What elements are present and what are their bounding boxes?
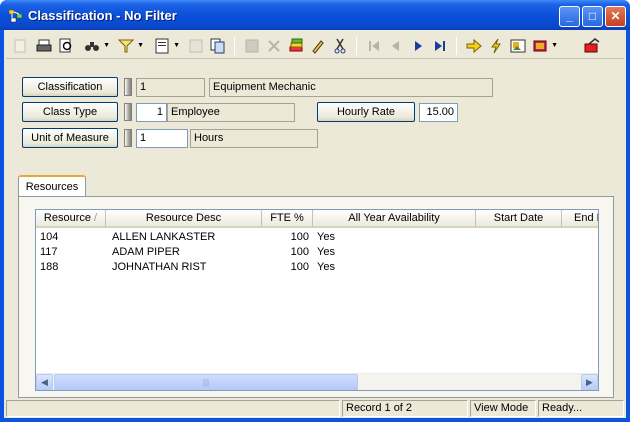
cell-resource: 104 bbox=[40, 231, 59, 243]
cell-resource: 188 bbox=[40, 261, 59, 273]
column-header-resource[interactable]: Resource / bbox=[36, 210, 106, 228]
cell-fte: 100 bbox=[290, 261, 309, 273]
tab-container: Resources Resource / Resource Desc FTE %… bbox=[18, 175, 614, 400]
print-icon[interactable] bbox=[34, 36, 54, 56]
title-bar[interactable]: Classification - No Filter _ □ ✕ bbox=[0, 0, 630, 30]
classification-lookup-grip[interactable] bbox=[124, 78, 132, 96]
edit-pencil-icon[interactable] bbox=[308, 36, 328, 56]
cut-icon[interactable] bbox=[330, 36, 350, 56]
class-type-name-field: Employee bbox=[167, 103, 295, 122]
toolbar-separator bbox=[456, 37, 457, 55]
toolbar-separator bbox=[356, 37, 357, 55]
unit-of-measure-lookup-grip[interactable] bbox=[124, 129, 132, 147]
hourly-rate-button[interactable]: Hourly Rate bbox=[317, 102, 415, 122]
next-record-icon[interactable] bbox=[408, 36, 428, 56]
form-view-icon[interactable]: ▼ bbox=[152, 36, 180, 56]
last-record-icon[interactable] bbox=[430, 36, 450, 56]
app-icon bbox=[8, 9, 23, 23]
class-type-id-field[interactable]: 1 bbox=[136, 103, 167, 122]
cell-resource: 117 bbox=[40, 246, 58, 258]
resources-panel: Resource / Resource Desc FTE % All Year … bbox=[18, 196, 614, 398]
first-record-icon[interactable] bbox=[364, 36, 384, 56]
scroll-left-icon[interactable]: ◀ bbox=[36, 374, 53, 390]
scrollbar-thumb[interactable]: ||| bbox=[54, 374, 358, 390]
window-client-area: ▼ ▼ ▼ ▼ Classification 1 Equipment Mecha… bbox=[4, 30, 626, 418]
application-window: Classification - No Filter _ □ ✕ ▼ ▼ ▼ ▼… bbox=[0, 0, 630, 422]
cell-fte: 100 bbox=[290, 246, 309, 258]
lightning-icon[interactable] bbox=[486, 36, 506, 56]
cell-availability: Yes bbox=[317, 261, 335, 273]
classification-id-field: 1 bbox=[136, 78, 205, 97]
close-button[interactable]: ✕ bbox=[605, 6, 626, 27]
stack-icon[interactable] bbox=[286, 36, 306, 56]
sort-indicator: / bbox=[94, 212, 98, 224]
toolbar-separator bbox=[234, 37, 235, 55]
tab-resources[interactable]: Resources bbox=[18, 175, 86, 197]
previous-record-icon[interactable] bbox=[386, 36, 406, 56]
go-to-icon[interactable] bbox=[464, 36, 484, 56]
cell-fte: 100 bbox=[290, 231, 309, 243]
cell-resource-desc: ADAM PIPER bbox=[112, 246, 180, 258]
print-preview-icon[interactable] bbox=[56, 36, 76, 56]
cell-resource-desc: JOHNATHAN RIST bbox=[112, 261, 207, 273]
book-icon[interactable]: ▼ bbox=[530, 36, 558, 56]
column-header-label: Resource bbox=[43, 212, 91, 224]
horizontal-scrollbar[interactable]: ◀ ||| ▶ bbox=[36, 373, 598, 390]
grid-header: Resource / Resource Desc FTE % All Year … bbox=[36, 210, 598, 228]
filter-icon[interactable]: ▼ bbox=[116, 36, 144, 56]
status-panel-blank bbox=[6, 400, 340, 417]
cell-availability: Yes bbox=[317, 231, 335, 243]
status-mode: View Mode bbox=[470, 400, 536, 417]
class-type-button[interactable]: Class Type bbox=[22, 102, 118, 122]
image-icon[interactable] bbox=[508, 36, 528, 56]
resources-grid[interactable]: Resource / Resource Desc FTE % All Year … bbox=[35, 209, 599, 391]
save-icon[interactable] bbox=[242, 36, 262, 56]
unit-of-measure-name-field: Hours bbox=[190, 129, 318, 148]
toolbar: ▼ ▼ ▼ ▼ bbox=[6, 33, 624, 59]
cell-resource-desc: ALLEN LANKASTER bbox=[112, 231, 216, 243]
table-row[interactable]: 104 ALLEN LANKASTER 100 Yes bbox=[36, 230, 598, 245]
scroll-right-icon[interactable]: ▶ bbox=[581, 374, 598, 390]
unit-of-measure-button[interactable]: Unit of Measure bbox=[22, 128, 118, 148]
classification-name-field: Equipment Mechanic bbox=[209, 78, 493, 97]
status-record: Record 1 of 2 bbox=[342, 400, 468, 417]
minimize-button[interactable]: _ bbox=[559, 6, 580, 27]
table-row[interactable]: 188 JOHNATHAN RIST 100 Yes bbox=[36, 260, 598, 275]
column-header-fte[interactable]: FTE % bbox=[262, 210, 313, 228]
window-title: Classification - No Filter bbox=[28, 8, 177, 23]
find-icon[interactable]: ▼ bbox=[82, 36, 110, 56]
status-state: Ready... bbox=[538, 400, 624, 417]
properties-icon[interactable] bbox=[186, 36, 206, 56]
status-bar: Record 1 of 2 View Mode Ready... bbox=[4, 398, 626, 418]
unit-of-measure-id-field[interactable]: 1 bbox=[136, 129, 188, 148]
hourly-rate-field[interactable]: 15.00 bbox=[419, 103, 458, 122]
classification-button[interactable]: Classification bbox=[22, 77, 118, 97]
column-header-end-date[interactable]: End D bbox=[562, 210, 598, 228]
table-row[interactable]: 117 ADAM PIPER 100 Yes bbox=[36, 245, 598, 260]
column-header-availability[interactable]: All Year Availability bbox=[313, 210, 476, 228]
column-header-start-date[interactable]: Start Date bbox=[476, 210, 562, 228]
delete-icon[interactable] bbox=[264, 36, 284, 56]
cell-availability: Yes bbox=[317, 246, 335, 258]
new-record-icon[interactable] bbox=[10, 36, 30, 56]
maximize-button[interactable]: □ bbox=[582, 6, 603, 27]
copy-icon[interactable] bbox=[208, 36, 228, 56]
exit-icon[interactable] bbox=[582, 36, 602, 56]
column-header-resource-desc[interactable]: Resource Desc bbox=[106, 210, 262, 228]
class-type-lookup-grip[interactable] bbox=[124, 103, 132, 121]
